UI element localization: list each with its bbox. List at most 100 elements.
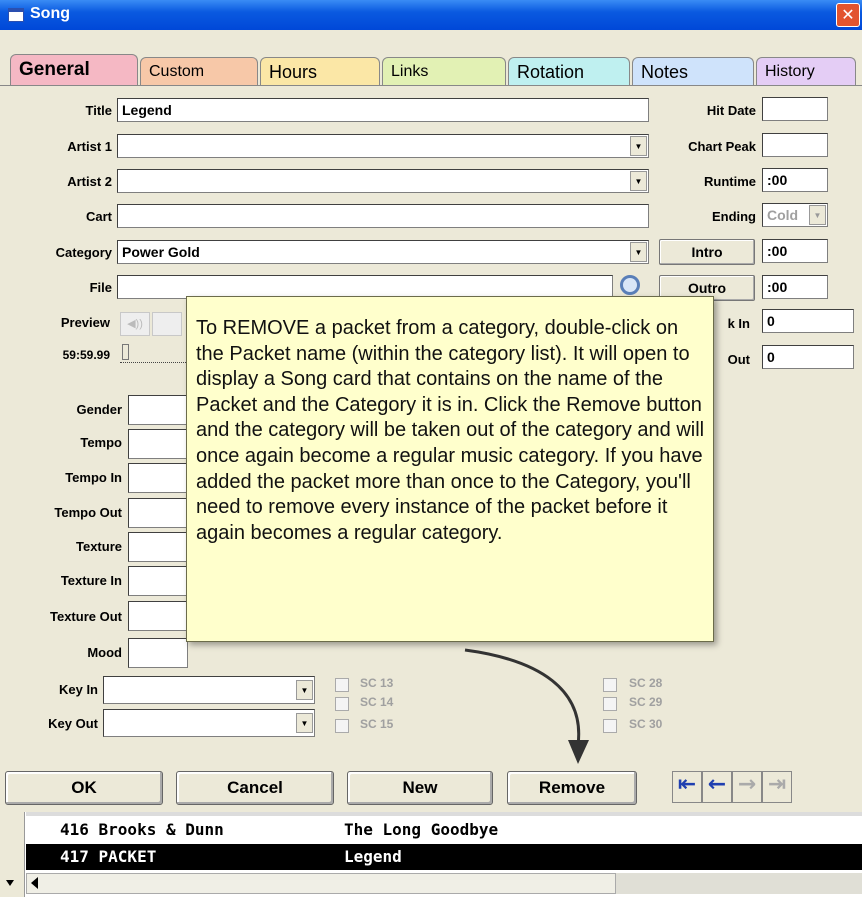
- tab-history[interactable]: History: [756, 57, 856, 85]
- first-record-icon[interactable]: ⇤: [672, 771, 702, 803]
- file-label: File: [89, 280, 112, 295]
- tab-rotation[interactable]: Rotation: [508, 57, 630, 85]
- hit-date-input[interactable]: [762, 97, 828, 121]
- tempo-out-input[interactable]: [128, 498, 188, 528]
- list-item[interactable]: 416 Brooks & Dunn The Long Goodbye: [26, 817, 862, 843]
- new-button[interactable]: New: [347, 771, 493, 805]
- previous-record-icon[interactable]: ←: [702, 771, 732, 803]
- horizontal-scrollbar[interactable]: [26, 873, 616, 894]
- title-bar: Song ✕: [0, 0, 862, 30]
- cancel-button[interactable]: Cancel: [176, 771, 334, 805]
- texture-in-input[interactable]: [128, 566, 188, 596]
- scroll-down-icon[interactable]: [6, 880, 14, 886]
- title-label: Title: [85, 103, 113, 118]
- category-label: Category: [55, 245, 112, 260]
- sc14-label: SC 14: [360, 695, 394, 709]
- texture-label: Texture: [76, 539, 122, 554]
- ok-button[interactable]: OK: [5, 771, 163, 805]
- runtime-label: Runtime: [704, 174, 756, 189]
- tab-panel-border: [0, 85, 862, 86]
- sc28-checkbox[interactable]: [603, 678, 617, 692]
- artist1-select[interactable]: ▼: [117, 134, 649, 158]
- gender-label: Gender: [76, 402, 122, 417]
- artist1-label: Artist 1: [67, 139, 112, 154]
- key-in-select[interactable]: ▼: [103, 676, 315, 704]
- list-item-title: The Long Goodbye: [344, 820, 499, 839]
- ending-label: Ending: [711, 209, 756, 224]
- texture-in-label: Texture In: [60, 573, 122, 588]
- category-select[interactable]: Power Gold ▼: [117, 240, 649, 264]
- gender-input[interactable]: [128, 395, 188, 425]
- next-record-icon[interactable]: →: [732, 771, 762, 803]
- outro-input[interactable]: :00: [762, 275, 828, 299]
- chart-peak-input[interactable]: [762, 133, 828, 157]
- chart-peak-label: Chart Peak: [688, 139, 756, 154]
- list-item-selected[interactable]: 417 PACKET Legend: [26, 844, 862, 870]
- texture-out-input[interactable]: [128, 601, 188, 631]
- remove-button[interactable]: Remove: [507, 771, 637, 805]
- sc15-label: SC 15: [360, 717, 394, 731]
- mood-input[interactable]: [128, 638, 188, 668]
- tempo-label: Tempo: [80, 435, 122, 450]
- artist2-label: Artist 2: [67, 174, 112, 189]
- cart-input[interactable]: [117, 204, 649, 228]
- sc13-checkbox[interactable]: [335, 678, 349, 692]
- key-in-label: Key In: [58, 682, 98, 697]
- duration-label: 59:59.99: [62, 348, 110, 362]
- tab-notes[interactable]: Notes: [632, 57, 754, 85]
- intro-button[interactable]: Intro: [659, 239, 755, 265]
- key-out-label: Key Out: [48, 716, 98, 731]
- slider-thumb[interactable]: [122, 344, 129, 360]
- chevron-down-icon[interactable]: ▼: [630, 242, 647, 262]
- last-record-icon[interactable]: ⇥: [762, 771, 792, 803]
- ending-select[interactable]: Cold ▼: [762, 203, 828, 227]
- chevron-down-icon[interactable]: ▼: [630, 136, 647, 156]
- hit-date-label: Hit Date: [706, 103, 756, 118]
- chevron-down-icon[interactable]: ▼: [809, 205, 826, 225]
- preview-label: Preview: [60, 315, 110, 330]
- tab-general[interactable]: General: [10, 54, 138, 85]
- speaker-icon[interactable]: ◀)): [120, 312, 150, 336]
- texture-out-label: Texture Out: [50, 609, 122, 624]
- browse-file-icon[interactable]: [620, 275, 640, 295]
- intro-input[interactable]: :00: [762, 239, 828, 263]
- category-value: Power Gold: [122, 244, 200, 260]
- list-item-artist: 416 Brooks & Dunn: [60, 820, 224, 839]
- list-item-title: Legend: [344, 847, 402, 866]
- list-top-edge: [26, 812, 862, 816]
- tab-links[interactable]: Links: [382, 57, 506, 85]
- artist2-select[interactable]: ▼: [117, 169, 649, 193]
- sc30-checkbox[interactable]: [603, 719, 617, 733]
- sc13-label: SC 13: [360, 676, 394, 690]
- window-title: Song: [30, 5, 70, 22]
- sc15-checkbox[interactable]: [335, 719, 349, 733]
- sc14-checkbox[interactable]: [335, 697, 349, 711]
- key-out-select[interactable]: ▼: [103, 709, 315, 737]
- position-slider[interactable]: [120, 344, 186, 363]
- runtime-input[interactable]: :00: [762, 168, 828, 192]
- sc30-label: SC 30: [629, 717, 663, 731]
- sc28-label: SC 28: [629, 676, 663, 690]
- sc29-checkbox[interactable]: [603, 697, 617, 711]
- tempo-input[interactable]: [128, 429, 188, 459]
- stop-icon[interactable]: [152, 312, 182, 336]
- mood-label: Mood: [87, 645, 122, 660]
- tab-custom[interactable]: Custom: [140, 57, 258, 85]
- song-list: 416 Brooks & Dunn The Long Goodbye 417 P…: [0, 812, 862, 897]
- tempo-out-label: Tempo Out: [54, 505, 122, 520]
- scroll-left-icon[interactable]: [31, 877, 38, 889]
- close-button[interactable]: ✕: [836, 3, 860, 27]
- tempo-in-label: Tempo In: [65, 470, 122, 485]
- hook-in-input[interactable]: 0: [762, 309, 854, 333]
- tempo-in-input[interactable]: [128, 463, 188, 493]
- title-input[interactable]: Legend: [117, 98, 649, 122]
- hook-out-input[interactable]: 0: [762, 345, 854, 369]
- window-icon: [8, 8, 24, 22]
- chevron-down-icon[interactable]: ▼: [296, 713, 313, 733]
- texture-input[interactable]: [128, 532, 188, 562]
- chevron-down-icon[interactable]: ▼: [630, 171, 647, 191]
- cart-label: Cart: [85, 209, 112, 224]
- chevron-down-icon[interactable]: ▼: [296, 680, 313, 700]
- sc29-label: SC 29: [629, 695, 663, 709]
- tab-hours[interactable]: Hours: [260, 57, 380, 85]
